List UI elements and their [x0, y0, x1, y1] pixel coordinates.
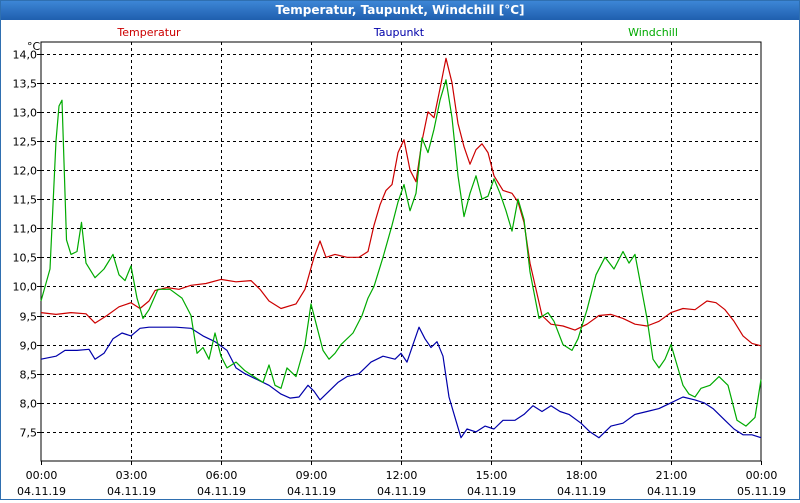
x-tick-date: 04.11.19	[557, 485, 606, 498]
y-tick-label: 8,5	[20, 369, 38, 382]
x-tick-time: 00:00	[746, 469, 778, 482]
y-tick-label: 9,5	[20, 311, 38, 324]
x-tick-date: 04.11.19	[287, 485, 336, 498]
y-tick-label: 9,0	[20, 340, 38, 353]
y-tick-label: 10,0	[13, 281, 38, 294]
x-tick-date: 04.11.19	[17, 485, 66, 498]
x-tick-time: 06:00	[206, 469, 238, 482]
y-tick-label: 11,5	[13, 194, 38, 207]
y-tick-label: 11,0	[13, 223, 38, 236]
legend-taupunkt: Taupunkt	[373, 26, 425, 39]
y-tick-label: 12,5	[13, 136, 38, 149]
chart: 14,013,513,012,512,011,511,010,510,09,59…	[13, 26, 786, 498]
x-tick-date: 04.11.19	[197, 485, 246, 498]
x-tick-date: 04.11.19	[107, 485, 156, 498]
y-tick-label: 10,5	[13, 252, 38, 265]
x-tick-time: 09:00	[296, 469, 328, 482]
y-tick-label: 8,0	[20, 398, 38, 411]
y-tick-label: 13,0	[13, 107, 38, 120]
legend-temperatur: Temperatur	[116, 26, 181, 39]
y-tick-label: 12,0	[13, 165, 38, 178]
x-tick-date: 04.11.19	[377, 485, 426, 498]
x-tick-time: 03:00	[116, 469, 148, 482]
legend-windchill: Windchill	[628, 26, 678, 39]
y-axis-label: °C	[27, 40, 41, 53]
grid-layer	[40, 41, 762, 462]
x-tick-time: 15:00	[476, 469, 508, 482]
x-tick-date: 04.11.19	[467, 485, 516, 498]
x-tick-time: 21:00	[656, 469, 688, 482]
x-tick-time: 18:00	[566, 469, 598, 482]
x-tick-date: 04.11.19	[647, 485, 696, 498]
x-tick-time: 12:00	[386, 469, 418, 482]
y-tick-label: 13,5	[13, 78, 38, 91]
y-tick-label: 7,5	[20, 427, 38, 440]
legend-layer: Temperatur Taupunkt Windchill	[116, 26, 678, 39]
x-tick-time: 00:00	[26, 469, 58, 482]
chart-window: Temperatur, Taupunkt, Windchill [°C] 14,…	[0, 0, 800, 500]
window-title: Temperatur, Taupunkt, Windchill [°C]	[1, 1, 799, 20]
x-tick-date: 05.11.19	[737, 485, 786, 498]
